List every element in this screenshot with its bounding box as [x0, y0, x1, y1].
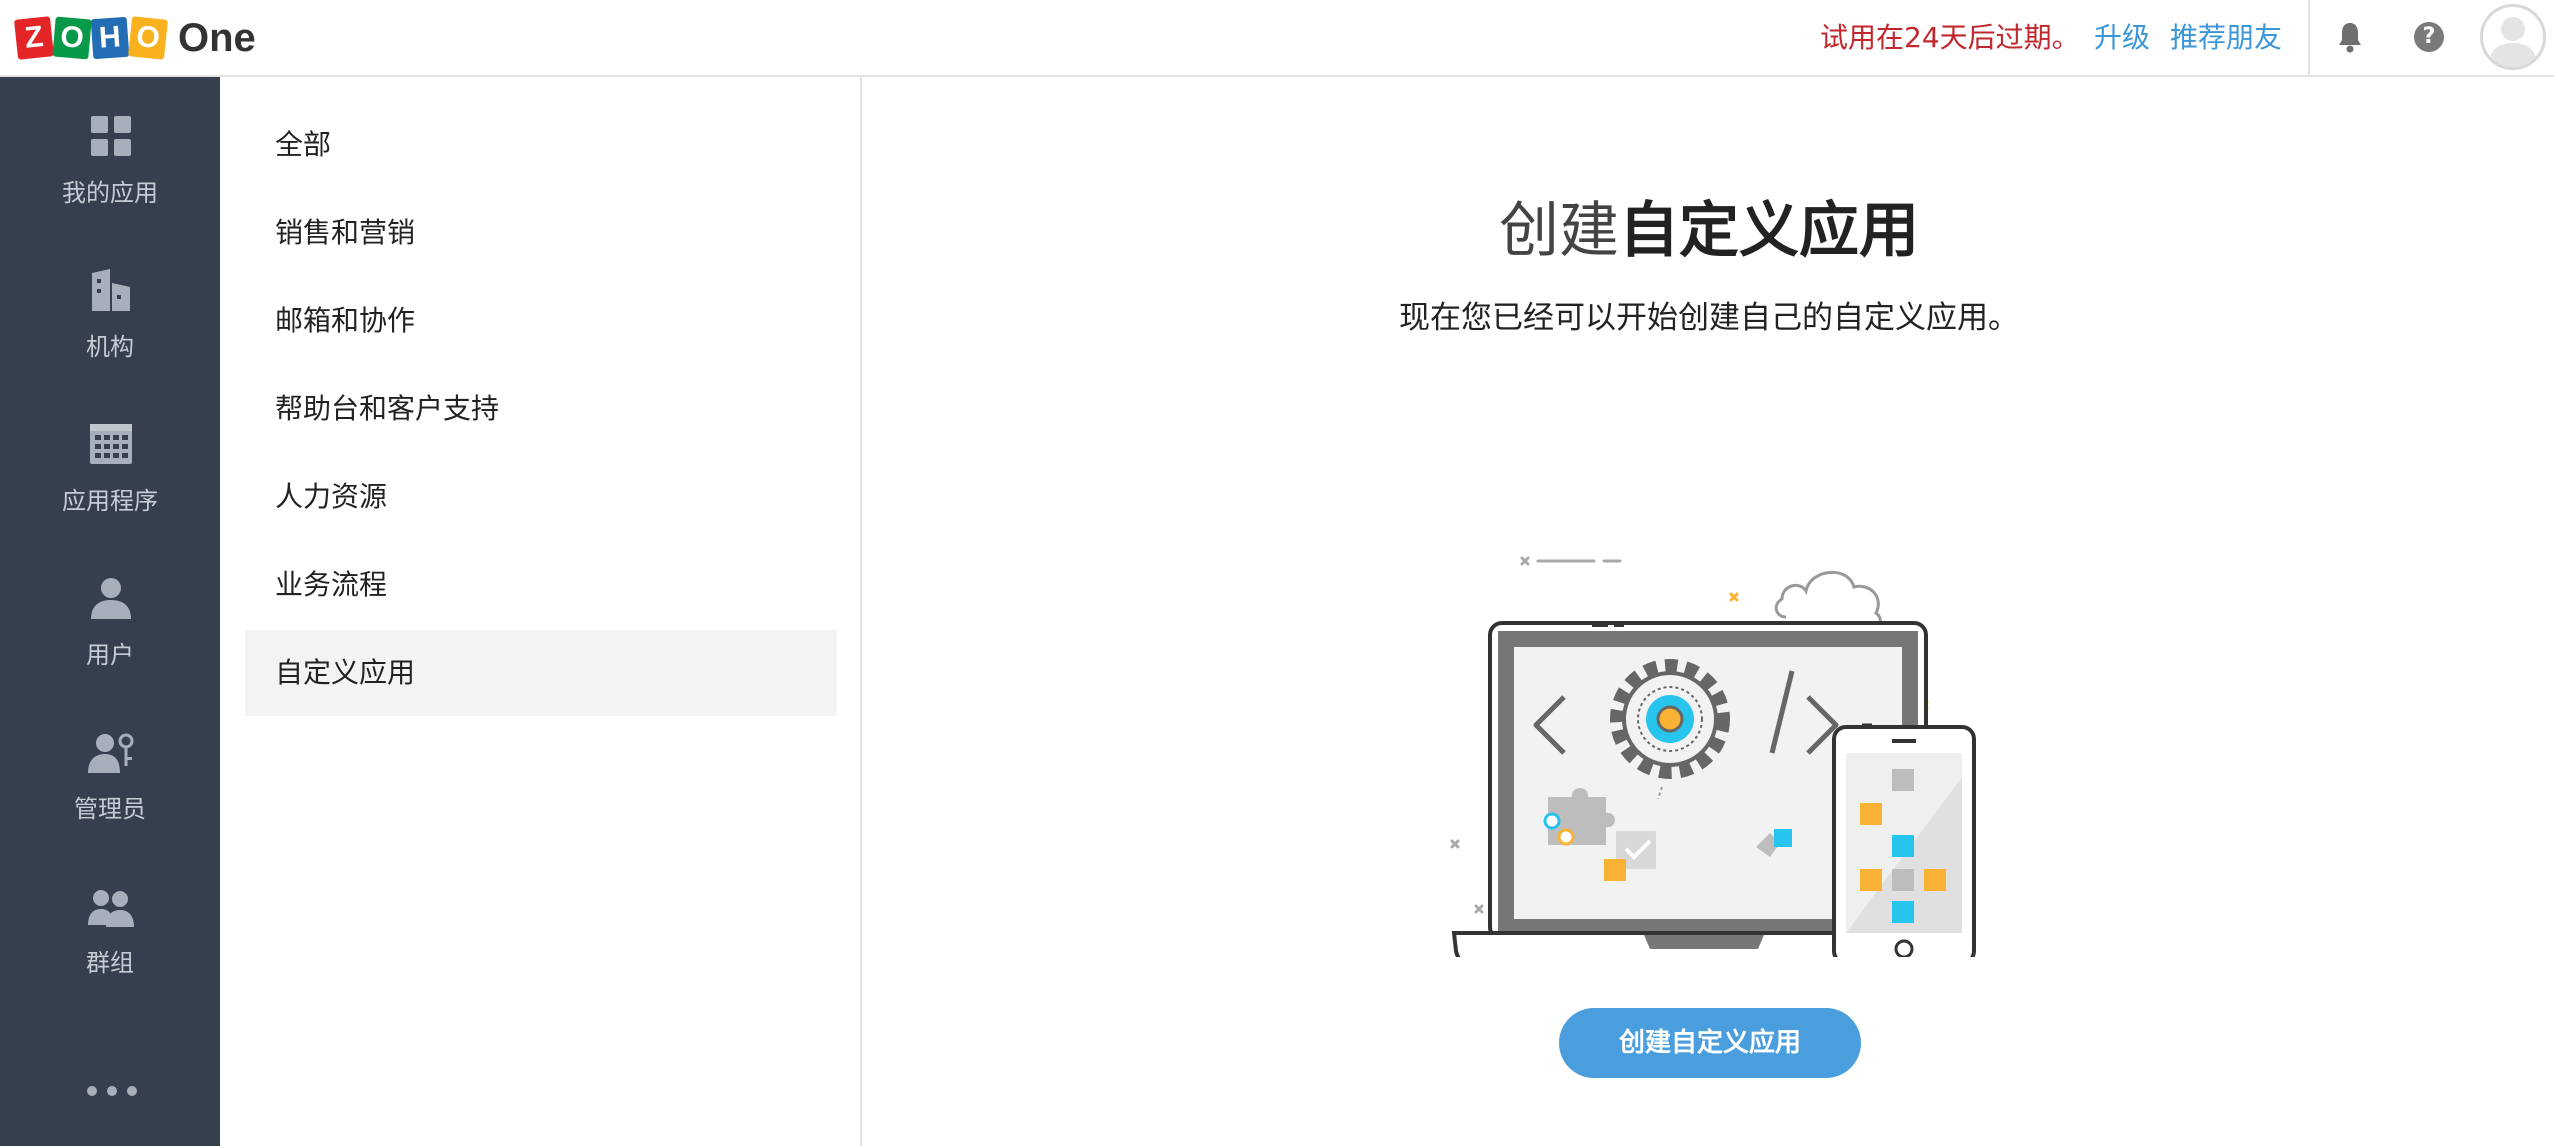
nav-item-admins[interactable]: 管理员	[0, 709, 220, 849]
category-helpdesk-support[interactable]: 帮助台和客户支持	[245, 366, 837, 452]
user-avatar-icon	[2489, 17, 2537, 67]
page-subtitle: 现在您已经可以开始创建自己的自定义应用。	[1399, 300, 2019, 336]
header-divider	[2308, 0, 2310, 77]
user-icon	[91, 578, 131, 619]
building-icon	[92, 269, 130, 311]
category-all[interactable]: 全部	[245, 102, 837, 188]
nav-label-my-apps: 我的应用	[62, 179, 158, 207]
page-title-light: 创建	[1499, 196, 1619, 266]
upgrade-link[interactable]: 升级	[2094, 18, 2150, 58]
group-icon	[88, 890, 134, 927]
avatar[interactable]	[2480, 4, 2546, 70]
category-custom-apps[interactable]: 自定义应用	[245, 630, 837, 716]
custom-app-illustration	[1450, 556, 1976, 957]
nav-item-applications[interactable]: 应用程序	[0, 401, 220, 541]
logo-letter-o2: O	[128, 16, 168, 60]
zoho-one-logo[interactable]: Z O H O One	[14, 14, 256, 62]
category-email-collaboration[interactable]: 邮箱和协作	[245, 278, 837, 364]
category-sales-marketing[interactable]: 销售和营销	[245, 190, 837, 276]
admin-key-icon	[88, 733, 134, 773]
bell-icon[interactable]	[2336, 20, 2364, 54]
nav-label-applications: 应用程序	[62, 487, 158, 515]
logo-letter-h: H	[90, 16, 130, 60]
apps-grid-icon	[91, 116, 131, 156]
nav-item-my-apps[interactable]: 我的应用	[0, 93, 220, 233]
more-dots-icon[interactable]	[84, 1081, 140, 1101]
nav-item-users[interactable]: 用户	[0, 555, 220, 695]
nav-label-groups: 群组	[86, 949, 134, 977]
trial-expiry-notice: 试用在24天后过期。	[1820, 21, 2080, 54]
nav-label-users: 用户	[86, 641, 134, 669]
category-panel: 全部 销售和营销 邮箱和协作 帮助台和客户支持 人力资源 业务流程 自定义应用	[220, 77, 862, 1146]
help-icon[interactable]: ?	[2414, 22, 2444, 52]
nav-item-groups[interactable]: 群组	[0, 863, 220, 1003]
logo-letter-o: O	[52, 16, 92, 60]
left-navigation: 我的应用 机构 应用程序 用户 管理员 群组	[0, 77, 220, 1146]
logo-product-name: One	[178, 15, 256, 60]
nav-item-organization[interactable]: 机构	[0, 247, 220, 387]
nav-label-admins: 管理员	[74, 795, 146, 823]
page-title: 创建自定义应用	[864, 182, 2554, 269]
category-human-resources[interactable]: 人力资源	[245, 454, 837, 540]
top-header: Z O H O One 试用在24天后过期。 升级 推荐朋友 ?	[0, 0, 2554, 77]
create-custom-app-button[interactable]: 创建自定义应用	[1559, 1008, 1861, 1078]
page-title-bold: 自定义应用	[1619, 196, 1919, 266]
logo-letter-z: Z	[14, 16, 54, 60]
main-content: 创建自定义应用 现在您已经可以开始创建自己的自定义应用。 创建自定义应用	[864, 77, 2554, 1146]
calendar-grid-icon	[90, 424, 132, 464]
nav-label-organization: 机构	[86, 333, 134, 361]
refer-friend-link[interactable]: 推荐朋友	[2170, 18, 2282, 58]
category-business-process[interactable]: 业务流程	[245, 542, 837, 628]
